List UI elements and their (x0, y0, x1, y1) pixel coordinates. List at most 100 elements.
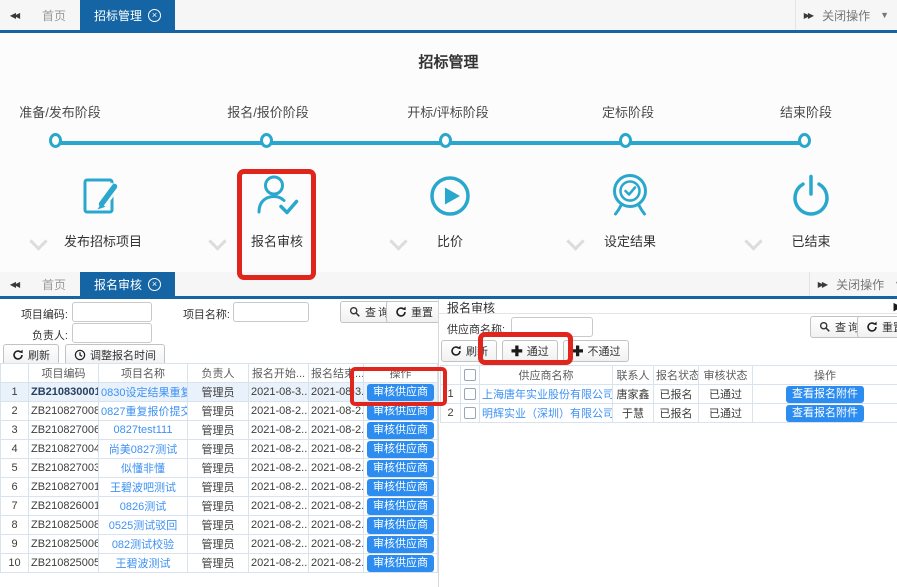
project-name-link[interactable]: 0826测试 (120, 501, 166, 513)
audit-supplier-button[interactable]: 审核供应商 (367, 536, 434, 553)
owner-cell: 管理员 (188, 554, 249, 573)
row-checkbox[interactable] (464, 407, 476, 419)
project-row[interactable]: 2ZB2108270080827重复报价提交...管理员2021-08-2...… (1, 402, 438, 421)
project-row[interactable]: 5ZB210827003似懂非懂管理员2021-08-2...2021-08-2… (1, 459, 438, 478)
close-operations-menu[interactable]: 关闭操作 (836, 276, 884, 293)
start-date-cell: 2021-08-3... (249, 383, 309, 402)
stage-item-publish-project[interactable]: 发布招标项目 (55, 170, 151, 250)
row-number-cell: 5 (1, 459, 29, 478)
phase-label-open-bid: 开标/评标阶段 (407, 102, 489, 121)
start-date-cell: 2021-08-2... (249, 497, 309, 516)
reset-button[interactable]: 重置 (386, 301, 442, 323)
owner-cell: 管理员 (188, 421, 249, 440)
phase-label-register: 报名/报价阶段 (227, 102, 309, 121)
project-name-link[interactable]: 王碧波测试 (116, 558, 171, 570)
collapse-tabs-icon[interactable]: ◀◀ (0, 0, 28, 30)
select-all-checkbox[interactable] (464, 369, 476, 381)
project-table: 项目编码 项目名称 负责人 报名开始... 报名结束... 操作 1ZB2108… (0, 363, 438, 573)
refresh-button-label: 刷新 (466, 343, 488, 359)
audit-supplier-button[interactable]: 审核供应商 (367, 479, 434, 496)
tabbar-right-controls: ▶▶ 关闭操作 ▼ (795, 0, 897, 30)
project-code-label: 项目编码: (0, 306, 68, 322)
supplier-name-input[interactable] (511, 317, 593, 337)
timeline-dot-4 (619, 133, 632, 148)
project-name-link[interactable]: 0827重复报价提交... (101, 406, 188, 418)
owner-cell: 管理员 (188, 478, 249, 497)
project-name-link[interactable]: 0827test111 (114, 424, 173, 436)
stage-item-price-compare[interactable]: 比价 (402, 170, 498, 250)
tab-home-sub[interactable]: 首页 (28, 272, 80, 296)
view-attachment-button[interactable]: 查看报名附件 (786, 405, 864, 422)
stage-item-finished[interactable]: 已结束 (763, 170, 859, 250)
close-operations-menu[interactable]: 关闭操作 (822, 7, 870, 24)
play-circle-icon (424, 170, 476, 222)
end-date-cell: 2021-08-2... (309, 440, 364, 459)
project-row[interactable]: 6ZB210827001王碧波吧测试管理员2021-08-2...2021-08… (1, 478, 438, 497)
supplier-row[interactable]: 2明辉实业（深圳）有限公司于慧已报名已通过查看报名附件 (441, 404, 897, 423)
owner-cell: 管理员 (188, 497, 249, 516)
row-checkbox[interactable] (464, 388, 476, 400)
owner-input[interactable] (72, 323, 152, 343)
start-date-cell: 2021-08-2... (249, 478, 309, 497)
project-code-input[interactable] (72, 302, 152, 322)
tab-registration-audit[interactable]: 报名审核 × (80, 272, 175, 296)
project-row[interactable]: 4ZB210827004尚美0827测试管理员2021-08-2...2021-… (1, 440, 438, 459)
end-date-cell: 2021-08-2... (309, 535, 364, 554)
adjust-button-label: 调整报名时间 (90, 347, 156, 363)
close-tab-icon[interactable]: × (148, 278, 161, 291)
pass-button[interactable]: ✚ 通过 (502, 340, 558, 362)
supplier-row[interactable]: 1上海唐年实业股份有限公司唐家鑫已报名已通过查看报名附件 (441, 385, 897, 404)
tab-home[interactable]: 首页 (28, 0, 80, 30)
audit-supplier-button[interactable]: 审核供应商 (367, 403, 434, 420)
dropdown-caret-icon: ▼ (880, 10, 889, 20)
tab-bid-management[interactable]: 招标管理 × (80, 0, 175, 30)
view-attachment-button[interactable]: 查看报名附件 (786, 386, 864, 403)
owner-cell: 管理员 (188, 383, 249, 402)
plus-icon: ✚ (572, 344, 584, 358)
project-name-header: 项目名称 (99, 364, 188, 383)
refresh-icon (12, 349, 24, 361)
project-name-link[interactable]: 尚美0827测试 (109, 444, 177, 456)
project-row[interactable]: 3ZB2108270060827test111管理员2021-08-2...20… (1, 421, 438, 440)
supplier-name-link[interactable]: 明辉实业（深圳）有限公司 (482, 408, 613, 420)
owner-cell: 管理员 (188, 440, 249, 459)
project-row[interactable]: 7ZB2108260010826测试管理员2021-08-2...2021-08… (1, 497, 438, 516)
tabbar-spacer (175, 272, 809, 296)
close-tab-icon[interactable]: × (148, 9, 161, 22)
audit-supplier-button[interactable]: 审核供应商 (367, 422, 434, 439)
project-row[interactable]: 9ZB210825006082测试校验管理员2021-08-2...2021-0… (1, 535, 438, 554)
audit-supplier-button[interactable]: 审核供应商 (367, 384, 434, 401)
audit-supplier-button[interactable]: 审核供应商 (367, 441, 434, 458)
timeline-dot-2 (260, 133, 273, 148)
project-row[interactable]: 10ZB210825005王碧波测试管理员2021-08-2...2021-08… (1, 554, 438, 573)
refresh-button[interactable]: 刷新 (441, 340, 497, 362)
audit-supplier-button[interactable]: 审核供应商 (367, 555, 434, 572)
owner-label: 负责人: (0, 327, 68, 343)
action-cell: 审核供应商 (364, 383, 438, 402)
start-date-cell: 2021-08-2... (249, 440, 309, 459)
checkbox-cell (461, 385, 480, 404)
project-name-link[interactable]: 0525测试驳回 (109, 520, 177, 532)
expand-tabs-icon[interactable]: ▶▶ (818, 280, 826, 289)
project-row[interactable]: 1ZB2108300010830设定结果重复...管理员2021-08-3...… (1, 383, 438, 402)
stage-item-set-result[interactable]: 设定结果 (582, 170, 678, 250)
project-name-link[interactable]: 082测试校验 (112, 539, 174, 551)
reject-button[interactable]: ✚ 不通过 (563, 340, 630, 362)
audit-supplier-button[interactable]: 审核供应商 (367, 460, 434, 477)
panel-expand-icon[interactable]: ▶ (894, 300, 897, 313)
project-list-panel: 项目编码: 项目名称: 查询 重置 负责人: (0, 299, 437, 587)
supplier-reset-button[interactable]: 重置 (857, 316, 897, 338)
expand-tabs-icon[interactable]: ▶▶ (804, 11, 812, 20)
supplier-table: 供应商名称 联系人 报名状态 审核状态 操作 1上海唐年实业股份有限公司唐家鑫已… (440, 365, 897, 423)
project-name-link[interactable]: 王碧波吧测试 (110, 482, 176, 494)
project-name-link[interactable]: 0830设定结果重复... (101, 387, 188, 399)
audit-supplier-button[interactable]: 审核供应商 (367, 498, 434, 515)
project-name-input[interactable] (233, 302, 309, 322)
audit-supplier-button[interactable]: 审核供应商 (367, 517, 434, 534)
project-row[interactable]: 8ZB2108250080525测试驳回管理员2021-08-2...2021-… (1, 516, 438, 535)
supplier-name-link[interactable]: 上海唐年实业股份有限公司 (482, 389, 613, 401)
project-name-link[interactable]: 似懂非懂 (121, 463, 165, 475)
end-date-cell: 2021-08-2... (309, 402, 364, 421)
collapse-tabs-icon[interactable]: ◀◀ (0, 272, 28, 296)
stage-item-registration-audit[interactable]: 报名审核 (229, 170, 325, 250)
